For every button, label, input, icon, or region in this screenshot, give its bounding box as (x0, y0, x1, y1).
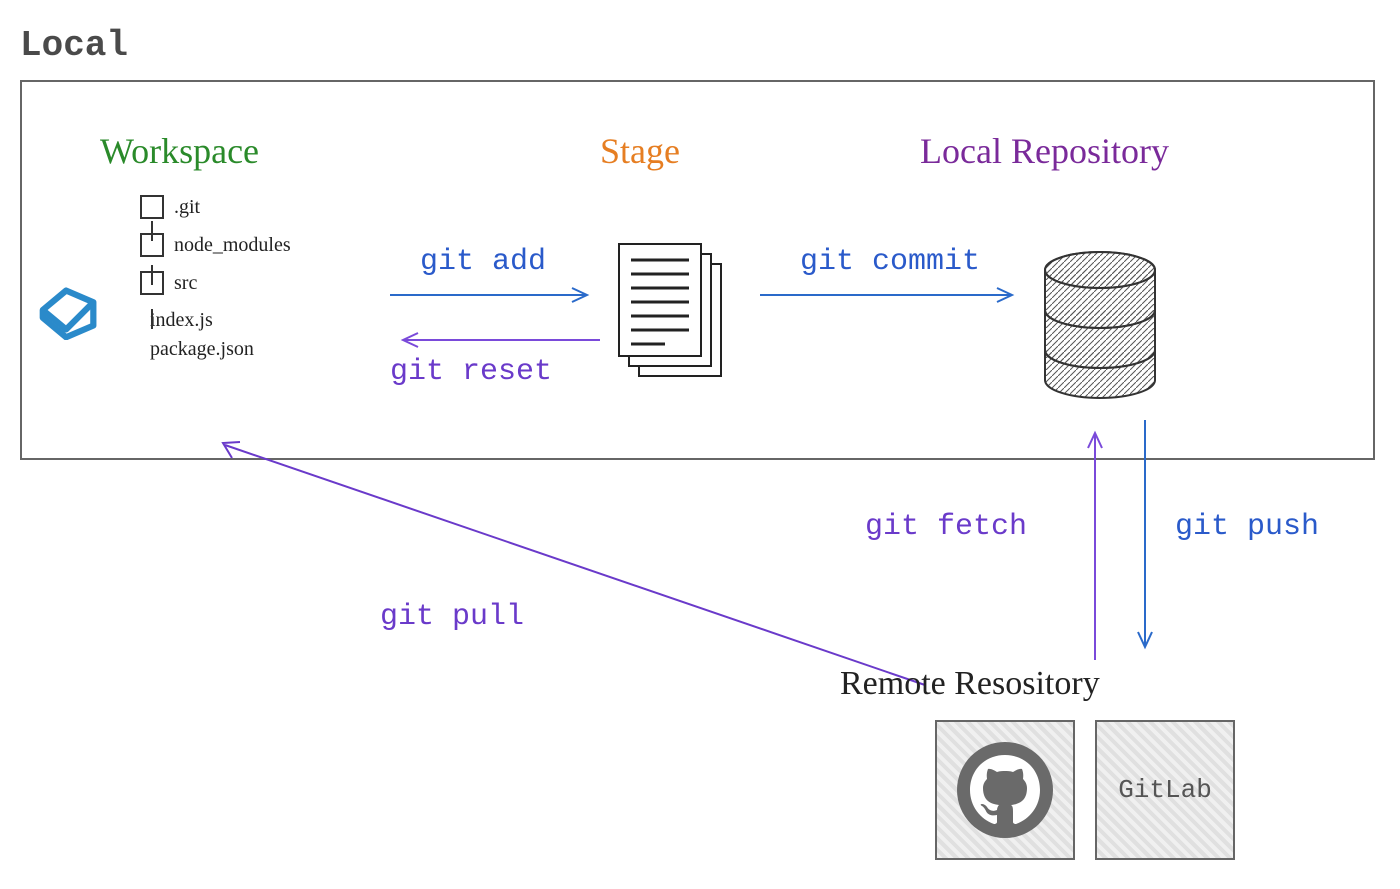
arrow-git-pull (210, 430, 930, 690)
arrow-git-push (1135, 420, 1155, 660)
folder-git: .git (140, 195, 291, 219)
file-index: index.js (150, 309, 291, 332)
folder-git-label: .git (174, 196, 200, 219)
folder-node-modules: node_modules (140, 233, 291, 257)
cmd-git-add: git add (420, 245, 546, 279)
github-icon (955, 740, 1055, 840)
arrow-git-commit (760, 285, 1025, 305)
file-package-label: package.json (150, 338, 254, 361)
file-tree: .git node_modules src index.js package.j… (140, 195, 291, 367)
database-icon (1040, 250, 1160, 405)
local-repo-title: Local Repository (920, 130, 1169, 172)
cmd-git-push: git push (1175, 510, 1319, 544)
cmd-git-commit: git commit (800, 245, 980, 279)
folder-src: src (140, 271, 291, 295)
cmd-git-fetch: git fetch (865, 510, 1027, 544)
file-index-label: index.js (150, 309, 213, 332)
folder-node-modules-label: node_modules (174, 234, 291, 257)
gitlab-label: GitLab (1118, 775, 1212, 805)
local-section-label: Local (20, 25, 128, 66)
cmd-git-pull: git pull (380, 600, 524, 634)
github-service-box (935, 720, 1075, 860)
arrow-git-reset (390, 330, 600, 350)
folder-src-label: src (174, 272, 197, 295)
remote-repo-title: Remote Resository (840, 665, 1100, 703)
arrow-git-add (390, 285, 600, 305)
vscode-icon (35, 280, 105, 345)
stage-title: Stage (600, 130, 680, 172)
workspace-title: Workspace (100, 130, 259, 172)
file-package: package.json (150, 338, 291, 361)
stage-documents-icon (615, 240, 725, 385)
cmd-git-reset: git reset (390, 355, 552, 389)
gitlab-service-box: GitLab (1095, 720, 1235, 860)
arrow-git-fetch (1085, 420, 1105, 660)
